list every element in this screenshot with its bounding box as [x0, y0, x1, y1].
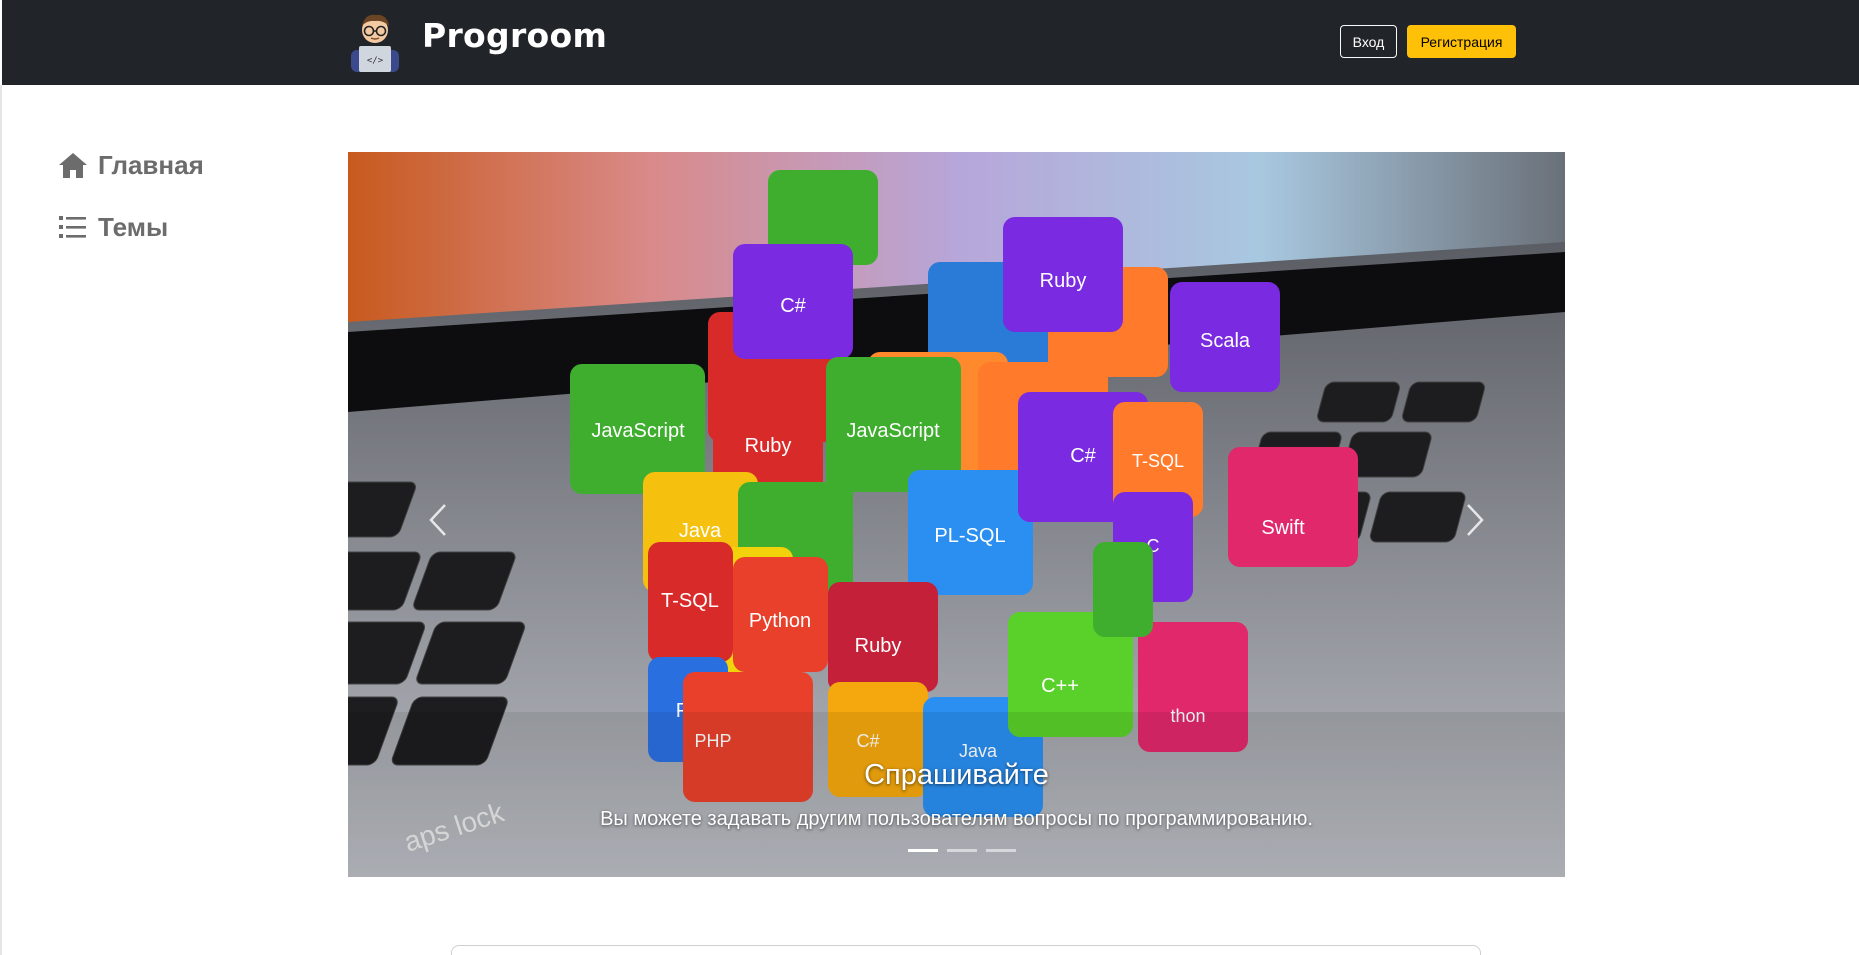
svg-text:JavaScript: JavaScript	[846, 420, 940, 442]
slide-caption-title: Спрашивайте	[864, 759, 1049, 791]
carousel-indicators	[908, 849, 1016, 852]
chevron-right-icon	[1465, 503, 1485, 542]
svg-text:T-SQL: T-SQL	[661, 590, 719, 612]
hero-carousel[interactable]: aps lock Ruby Scala C# Ruby JavaScript J…	[348, 152, 1565, 877]
svg-text:</>: </>	[367, 56, 384, 66]
login-button[interactable]: Вход	[1340, 25, 1397, 58]
svg-text:JavaScript: JavaScript	[591, 420, 685, 442]
register-button[interactable]: Регистрация	[1407, 25, 1516, 58]
chevron-left-icon	[428, 503, 448, 542]
slide-caption-text: Вы можете задавать другим пользователям …	[600, 808, 1313, 830]
top-navbar: </> Progroom Вход Регистрация	[2, 0, 1859, 85]
carousel-next-button[interactable]	[1435, 482, 1515, 562]
carousel-indicator[interactable]	[908, 849, 938, 852]
svg-text:C#: C#	[1070, 445, 1096, 467]
content-card	[451, 945, 1481, 955]
svg-text:Python: Python	[749, 610, 811, 632]
programmer-avatar-icon[interactable]: </>	[345, 10, 405, 72]
svg-text:Swift: Swift	[1261, 517, 1305, 539]
brand-name[interactable]: Progroom	[422, 16, 607, 55]
svg-text:C#: C#	[780, 295, 806, 317]
svg-text:Scala: Scala	[1200, 330, 1251, 352]
svg-text:C++: C++	[1041, 675, 1079, 697]
svg-text:Ruby: Ruby	[745, 435, 792, 457]
list-icon	[57, 211, 89, 243]
svg-text:Java: Java	[679, 520, 722, 542]
home-icon	[57, 149, 89, 181]
carousel-indicator[interactable]	[986, 849, 1016, 852]
carousel-indicator[interactable]	[947, 849, 977, 852]
svg-text:T-SQL: T-SQL	[1132, 451, 1184, 471]
svg-text:Ruby: Ruby	[1040, 270, 1087, 292]
sidebar-item-topics[interactable]: Темы	[57, 207, 204, 247]
svg-text:Ruby: Ruby	[855, 635, 902, 657]
svg-text:PL-SQL: PL-SQL	[934, 525, 1005, 547]
sidebar-item-home[interactable]: Главная	[57, 145, 204, 185]
sidebar-nav: Главная Темы	[57, 145, 204, 269]
sidebar-item-label: Темы	[98, 211, 169, 242]
sidebar-item-label: Главная	[98, 149, 204, 180]
carousel-prev-button[interactable]	[398, 482, 478, 562]
page-left-border	[0, 85, 2, 955]
